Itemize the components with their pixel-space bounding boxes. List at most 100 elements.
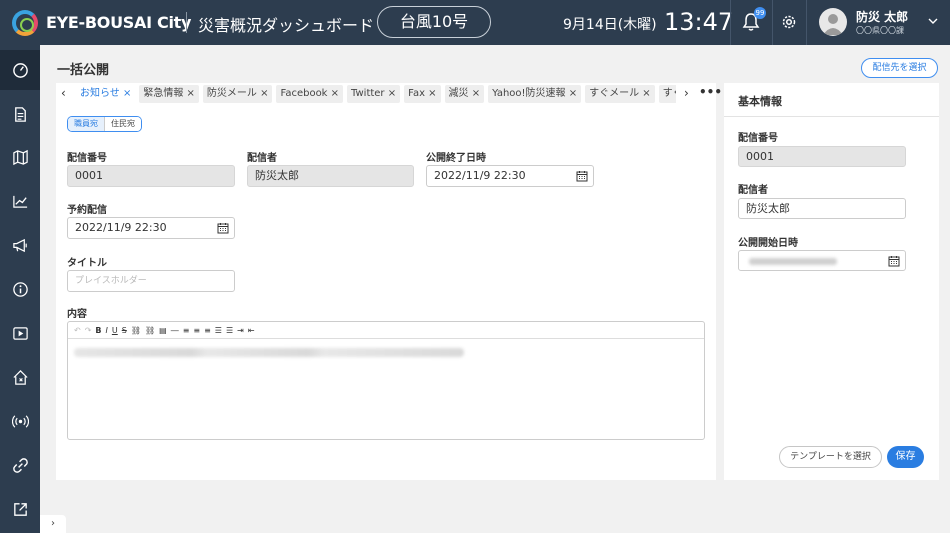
blurred-start-date	[749, 258, 837, 265]
select-destination-button[interactable]: 配信先を選択	[861, 58, 938, 78]
sidebar-item-broadcast[interactable]	[0, 401, 40, 441]
megaphone-icon	[12, 238, 27, 252]
sidebar-expand-button[interactable]: ›	[40, 515, 66, 533]
content-editor[interactable]: ↶ ↷ B I U S ⛓ ⛓ ▤ ― ≡ ≡ ≡ ☰ ☰ ⇥ ⇤	[67, 321, 705, 440]
tab-notice[interactable]: お知らせ ×	[76, 85, 136, 103]
indent-icon[interactable]: ⇥	[237, 326, 244, 335]
end-date-field[interactable]: 2022/11/9 22:30	[426, 165, 594, 187]
page-title: 一括公開	[57, 63, 110, 78]
tab-twitter[interactable]: Twitter ×	[347, 85, 401, 103]
tab-bar: ‹ お知らせ × 緊急情報 × 防災メール × Facebook × Twitter ×…	[56, 83, 722, 105]
dashboard-title: 災害概況ダッシュボード	[198, 16, 375, 35]
align-left-icon[interactable]: ≡	[183, 326, 190, 335]
user-icon	[823, 14, 843, 35]
sidebar-item-evacuation[interactable]	[0, 357, 40, 397]
notification-badge: 99	[754, 7, 766, 19]
bold-icon[interactable]: B	[95, 326, 101, 335]
current-date: 9月14日(木曜)	[563, 17, 657, 33]
editor-toolbar: ↶ ↷ B I U S ⛓ ⛓ ▤ ― ≡ ≡ ≡ ☰ ☰ ⇥ ⇤	[68, 322, 704, 339]
outdent-icon[interactable]: ⇤	[248, 326, 255, 335]
sidebar-item-info[interactable]	[0, 269, 40, 309]
document-icon	[14, 106, 26, 122]
strikethrough-icon[interactable]: S	[122, 326, 127, 335]
sidebar	[0, 45, 40, 533]
sender-field: 防災太郎	[247, 165, 414, 187]
brand-name: EYE-BOUSAI City	[46, 13, 192, 32]
link-icon[interactable]: ⛓	[131, 326, 141, 335]
info-sender-field[interactable]: 防災太郎	[738, 198, 906, 219]
calendar-icon[interactable]	[576, 170, 588, 182]
info-icon	[12, 281, 28, 297]
horizontal-rule-icon[interactable]: ―	[171, 326, 179, 335]
align-center-icon[interactable]: ≡	[193, 326, 200, 335]
save-button[interactable]: 保存	[887, 446, 924, 468]
audience-staff-option[interactable]: 職員宛	[68, 117, 104, 131]
tab-emergency[interactable]: 緊急情報 ×	[139, 85, 199, 103]
main-panel: ‹ お知らせ × 緊急情報 × 防災メール × Facebook × Twitter ×…	[56, 83, 722, 480]
select-template-button[interactable]: テンプレートを選択	[779, 446, 882, 468]
sidebar-item-video[interactable]	[0, 313, 40, 353]
underline-icon[interactable]: U	[112, 326, 118, 335]
sidebar-item-announcements[interactable]	[0, 225, 40, 265]
tab-disaster-mail[interactable]: 防災メール ×	[202, 85, 273, 103]
calendar-icon[interactable]	[888, 255, 900, 267]
tab-mitigation[interactable]: 減災 ×	[444, 85, 485, 103]
tab-sugu-mail[interactable]: すぐメール ×	[585, 85, 655, 103]
info-delivery-number-label: 配信番号	[738, 133, 778, 144]
align-right-icon[interactable]: ≡	[204, 326, 211, 335]
undo-icon[interactable]: ↶	[74, 326, 81, 335]
header-divider	[772, 0, 773, 45]
sidebar-item-external[interactable]	[0, 489, 40, 529]
sidebar-item-statistics[interactable]	[0, 181, 40, 221]
audience-residents-option[interactable]: 住民宛	[104, 117, 141, 131]
title-label: タイトル	[67, 258, 107, 269]
basic-info-title: 基本情報	[738, 95, 782, 108]
italic-icon[interactable]: I	[106, 326, 108, 335]
sidebar-item-dashboard[interactable]	[0, 50, 40, 90]
user-name: 防災 太郎	[856, 10, 909, 24]
delivery-number-field: 0001	[67, 165, 235, 187]
end-date-label: 公開終了日時	[426, 153, 486, 164]
info-start-date-field[interactable]	[738, 250, 906, 271]
more-icon[interactable]: •••	[699, 85, 722, 99]
external-link-icon	[13, 502, 27, 516]
info-sender-label: 配信者	[738, 185, 768, 196]
header-divider	[730, 0, 731, 45]
scheduled-date-field[interactable]: 2022/11/9 22:30	[67, 217, 235, 239]
map-icon	[12, 149, 28, 165]
delivery-number-label: 配信番号	[67, 153, 107, 164]
avatar[interactable]	[819, 8, 847, 36]
sidebar-item-links[interactable]	[0, 445, 40, 485]
header-divider	[186, 12, 187, 33]
tab-yahoo[interactable]: Yahoo!防災速報 ×	[488, 85, 582, 103]
tab-scroll-right-button[interactable]: ›	[684, 86, 689, 100]
sender-label: 配信者	[247, 153, 277, 164]
scheduled-date-value: 2022/11/9 22:30	[75, 221, 167, 234]
gear-icon[interactable]	[780, 13, 798, 31]
calendar-icon[interactable]	[217, 222, 229, 234]
content-label: 内容	[67, 309, 87, 320]
table-icon[interactable]: ▤	[159, 326, 167, 335]
sidebar-item-documents[interactable]	[0, 94, 40, 134]
tab-facebook[interactable]: Facebook ×	[276, 85, 344, 103]
video-icon	[12, 326, 28, 340]
tab-scroll-left-button[interactable]: ‹	[61, 86, 66, 100]
divider	[724, 116, 939, 117]
info-delivery-number-field: 0001	[738, 146, 906, 167]
audience-toggle: 職員宛 住民宛	[67, 116, 142, 132]
tab-list: お知らせ × 緊急情報 × 防災メール × Facebook × Twitter × Fa…	[76, 85, 676, 105]
bullet-list-icon[interactable]: ☰	[226, 326, 233, 335]
logo-icon	[12, 10, 38, 36]
disaster-selector[interactable]: 台風10号	[377, 6, 491, 38]
chevron-down-icon[interactable]	[928, 16, 938, 26]
redo-icon[interactable]: ↷	[85, 326, 92, 335]
tab-fax[interactable]: Fax ×	[404, 85, 441, 103]
header-divider	[806, 0, 807, 45]
chart-icon	[12, 195, 27, 208]
title-input[interactable]: プレイスホルダー	[67, 270, 235, 292]
dashboard-icon	[12, 62, 28, 78]
sidebar-item-map[interactable]	[0, 137, 40, 177]
unlink-icon[interactable]: ⛓	[145, 326, 155, 335]
ordered-list-icon[interactable]: ☰	[215, 326, 222, 335]
tab-sugu[interactable]: すぐ	[658, 85, 676, 103]
